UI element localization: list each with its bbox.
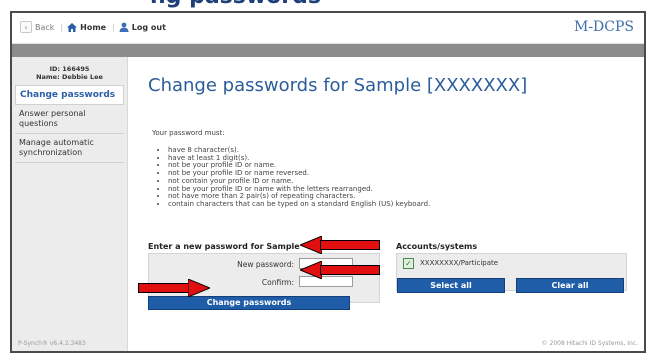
back-link[interactable]: ‹ Back [20,21,54,33]
user-name: Name: Debbie Lee [36,73,103,81]
annotation-arrow-new-password [300,236,380,254]
password-rules-list: have 8 character(s). have at least 1 dig… [150,146,430,209]
page-title: Change passwords for Sample [XXXXXXX] [148,75,528,96]
header-divider-bar [12,44,644,57]
accounts-heading: Accounts/systems [396,242,478,251]
sidebar-item-manage-sync[interactable]: Manage automatic synchronization [15,134,124,163]
home-icon [67,22,78,32]
change-passwords-button[interactable]: Change passwords [148,296,350,310]
brand-logo: M-DCPS [573,19,634,35]
header-banner: ng passwords [0,0,652,11]
rules-intro: Your password must: [152,129,225,137]
top-toolbar: ‹ Back | Home | Log out M-DCPS [12,13,644,44]
home-label: Home [80,22,107,32]
user-info: ID: 166495 Name: Debbie Lee [12,57,127,81]
annotation-arrow-submit [138,279,210,297]
main-content: Change passwords for Sample [XXXXXXX] Yo… [128,57,644,351]
logout-link[interactable]: Log out [119,22,166,32]
annotation-arrow-confirm [300,261,380,279]
account-label: XXXXXXXX/Participate [420,259,499,267]
browser-window: ‹ Back | Home | Log out M-DCPS ID: 16649… [10,11,646,353]
nav-separator: | [112,22,115,32]
new-password-label: New password: [237,260,294,269]
logout-label: Log out [131,22,166,32]
nav-links: ‹ Back | Home | Log out [20,21,172,33]
user-icon [119,22,129,32]
password-form-heading: Enter a new password for Sample [148,242,300,251]
sidebar: ID: 166495 Name: Debbie Lee Change passw… [12,57,128,351]
account-checkbox[interactable]: ✓ [403,258,414,269]
header-title: ng passwords [150,0,321,9]
chevron-left-icon: ‹ [20,21,32,33]
version-text: P-Synch® v6.4.2.3483 [18,340,86,347]
back-label: Back [35,22,55,32]
nav-separator: | [60,22,64,32]
sidebar-item-change-passwords[interactable]: Change passwords [15,85,124,105]
rule-item: contain characters that can be typed on … [168,200,430,209]
sidebar-item-answer-questions[interactable]: Answer personal questions [15,105,124,134]
select-all-button[interactable]: Select all [397,278,505,293]
copyright-text: © 2008 Hitachi ID Systems, Inc. [541,340,638,347]
clear-all-button[interactable]: Clear all [516,278,624,293]
home-link[interactable]: Home [67,22,107,32]
user-id: ID: 166495 [49,65,90,73]
